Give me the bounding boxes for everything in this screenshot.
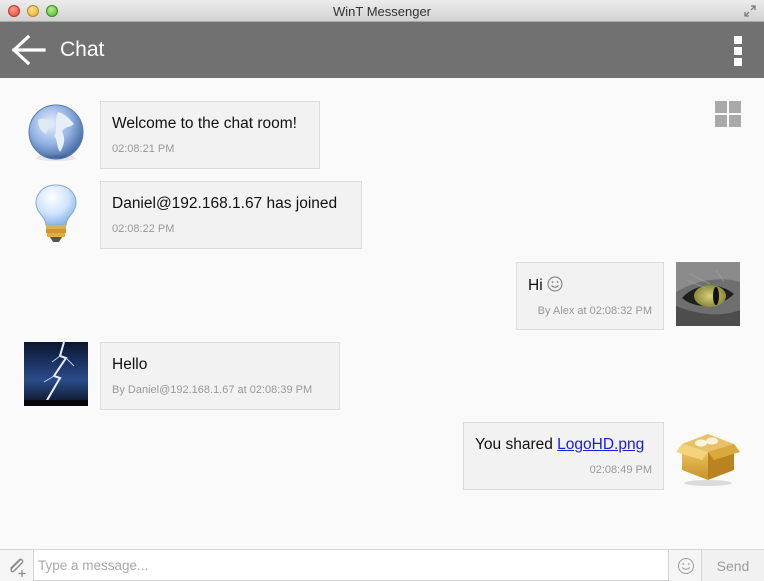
- message-text: Hi: [528, 277, 543, 294]
- globe-icon: [28, 104, 84, 161]
- cat-eye-avatar: [676, 262, 740, 326]
- message-input[interactable]: [33, 550, 669, 581]
- message-timestamp: By Daniel@192.168.1.67 at 02:08:39 PM: [112, 384, 313, 396]
- message-text: Welcome to the chat room!: [112, 115, 297, 132]
- fullscreen-icon[interactable]: [744, 5, 756, 17]
- lightning-avatar: [24, 342, 88, 406]
- composer-bar: Send: [0, 549, 764, 581]
- package-box-icon: [676, 434, 740, 486]
- attach-file-icon[interactable]: [5, 554, 29, 578]
- message-timestamp: 02:08:49 PM: [589, 464, 652, 476]
- message-bubble: Welcome to the chat room! 02:08:21 PM: [100, 101, 320, 169]
- app-toolbar: Chat: [0, 22, 764, 78]
- emoji-button[interactable]: [670, 550, 701, 581]
- shared-file-link[interactable]: LogoHD.png: [557, 436, 644, 453]
- lightbulb-icon: [35, 184, 77, 242]
- message-timestamp: By Alex at 02:08:32 PM: [537, 305, 652, 317]
- window-titlebar: WinT Messenger: [0, 0, 764, 22]
- message-text: You shared: [475, 436, 553, 453]
- message-text: Daniel@192.168.1.67 has joined: [112, 195, 338, 212]
- message-timestamp: 02:08:21 PM: [112, 143, 175, 155]
- grid-view-icon[interactable]: [715, 101, 741, 127]
- message-timestamp: 02:08:22 PM: [112, 223, 175, 235]
- overflow-menu-icon[interactable]: [734, 36, 742, 66]
- page-title: Chat: [60, 38, 105, 61]
- smiley-icon: [547, 276, 563, 292]
- message-bubble: You shared LogoHD.png 02:08:49 PM: [463, 422, 664, 490]
- message-bubble: Daniel@192.168.1.67 has joined 02:08:22 …: [100, 181, 362, 249]
- window-title: WinT Messenger: [332, 4, 431, 19]
- send-button[interactable]: Send: [701, 550, 764, 581]
- message-bubble: Hello By Daniel@192.168.1.67 at 02:08:39…: [100, 342, 340, 410]
- message-bubble: Hi By Alex at 02:08:32 PM: [516, 262, 664, 330]
- message-text: Hello: [112, 356, 148, 373]
- smiley-icon: [677, 557, 694, 574]
- back-arrow-icon[interactable]: [10, 34, 46, 66]
